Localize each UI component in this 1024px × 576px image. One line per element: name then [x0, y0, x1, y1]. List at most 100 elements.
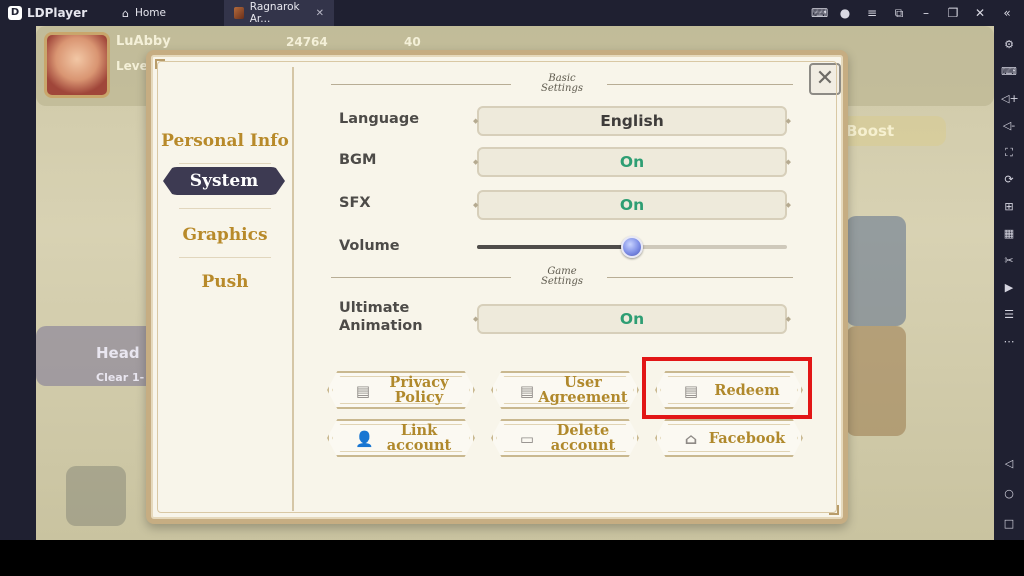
- document-icon: ▤: [355, 382, 371, 400]
- more-icon[interactable]: ⋯: [1001, 334, 1017, 350]
- nav-personal-info[interactable]: Personal Info: [157, 131, 293, 151]
- settings-icon[interactable]: ⚙: [1001, 37, 1017, 53]
- apk-icon[interactable]: ▦: [1001, 226, 1017, 242]
- link-account-button[interactable]: 👤 Link account: [327, 419, 475, 457]
- privacy-policy-label-line2: Policy: [394, 389, 444, 406]
- user-agreement-label-line2: Agreement: [538, 389, 628, 406]
- sfx-toggle[interactable]: On: [473, 190, 791, 220]
- user-agreement-label: User Agreement: [537, 373, 629, 407]
- redeem-label: Redeem: [714, 381, 780, 399]
- side-card-2: [846, 326, 906, 436]
- corner-ornament: [829, 505, 839, 515]
- rotate-icon[interactable]: ⟳: [1001, 172, 1017, 188]
- back-icon[interactable]: ◁: [1001, 456, 1017, 472]
- section-title-basic: Basic Settings: [521, 74, 603, 94]
- side-card: [846, 216, 906, 326]
- collapse-icon[interactable]: «: [1000, 6, 1014, 20]
- header-rule: [607, 84, 793, 85]
- section-title-game: Game Settings: [521, 267, 603, 287]
- bottom-letterbox: [0, 540, 1024, 576]
- nav-divider: [179, 208, 271, 209]
- popout-icon[interactable]: ⧉: [892, 6, 906, 21]
- clear-label: Clear 1-: [96, 371, 145, 384]
- bag-button: [66, 466, 126, 526]
- tab-home[interactable]: ⌂ Home: [112, 0, 224, 26]
- link-account-label-line2: account: [386, 437, 452, 454]
- account-icon[interactable]: ●: [838, 6, 852, 20]
- person-icon: 👤: [355, 430, 374, 448]
- ldplayer-logo: D LDPlayer: [0, 6, 112, 20]
- game-icon: [234, 7, 244, 19]
- nav-graphics[interactable]: Graphics: [157, 225, 293, 245]
- header-rule: [331, 84, 511, 85]
- add-icon[interactable]: ⊞: [1001, 199, 1017, 215]
- privacy-policy-label-line1: Privacy: [389, 374, 449, 391]
- volume-label: Volume: [339, 238, 400, 254]
- home-icon: ⌂: [122, 6, 129, 20]
- document-icon: ▤: [683, 382, 699, 400]
- home-icon: ⌂: [684, 430, 698, 448]
- delete-account-label-line2: account: [550, 437, 616, 454]
- currency-gems: 40: [404, 35, 421, 49]
- settings-dialog: Personal Info System Graphics Push Basic…: [146, 50, 848, 524]
- emulator-title-bar: D LDPlayer ⌂ Home Ragnarok Ar... ✕ ⌨ ● ≡…: [0, 0, 1024, 26]
- header-rule: [607, 277, 793, 278]
- facebook-button[interactable]: ⌂ Facebook: [655, 419, 803, 457]
- user-agreement-button[interactable]: ▤ User Agreement: [491, 371, 639, 409]
- app-name: LDPlayer: [27, 6, 88, 20]
- privacy-policy-label: Privacy Policy: [373, 373, 465, 407]
- restore-icon[interactable]: ❐: [946, 6, 960, 20]
- tab-game-label: Ragnarok Ar...: [249, 1, 300, 25]
- menu-icon[interactable]: ≡: [865, 6, 879, 20]
- bgm-label: BGM: [339, 152, 377, 168]
- player-name: LuAbby: [116, 34, 171, 49]
- delete-account-label: Delete account: [537, 421, 629, 455]
- nav-content-divider: [292, 67, 294, 511]
- link-account-label-line1: Link: [400, 422, 438, 439]
- recent-apps-icon[interactable]: □: [1001, 516, 1017, 532]
- boost-label: Boost: [846, 122, 895, 140]
- bgm-toggle[interactable]: On: [473, 147, 791, 177]
- file-icon[interactable]: ☰: [1001, 307, 1017, 323]
- facebook-label: Facebook: [708, 429, 786, 447]
- ultimate-animation-label-line1: Ultimate: [339, 300, 410, 316]
- monitor-icon: ▭: [519, 430, 535, 448]
- ultimate-animation-label-line2: Animation: [339, 318, 423, 334]
- tab-close-icon[interactable]: ✕: [316, 8, 324, 19]
- emulator-window: D LDPlayer ⌂ Home Ragnarok Ar... ✕ ⌨ ● ≡…: [0, 0, 1024, 576]
- ultimate-animation-label: Ultimate Animation: [339, 299, 423, 335]
- delete-account-button[interactable]: ▭ Delete account: [491, 419, 639, 457]
- currency-zeny: 24764: [286, 35, 328, 49]
- volume-slider-knob[interactable]: [621, 236, 643, 258]
- left-letterbox: [0, 26, 36, 540]
- scissors-icon[interactable]: ✂: [1001, 253, 1017, 269]
- document-icon: ▤: [519, 382, 535, 400]
- emulator-sidebar: ⚙ ⌨ ◁+ ◁- ⛶ ⟳ ⊞ ▦ ✂ ▶ ☰ ⋯ ◁ ○ □: [994, 26, 1024, 540]
- home-circle-icon[interactable]: ○: [1001, 486, 1017, 502]
- dialog-close-button[interactable]: ✕: [809, 63, 841, 95]
- gamepad-icon[interactable]: ⌨: [811, 6, 828, 20]
- delete-account-label-line1: Delete: [556, 422, 610, 439]
- volume-slider[interactable]: [477, 236, 787, 258]
- close-icon[interactable]: ✕: [973, 6, 987, 20]
- keyboard-icon[interactable]: ⌨: [1001, 64, 1017, 80]
- fullscreen-icon[interactable]: ⛶: [1001, 145, 1017, 161]
- video-icon[interactable]: ▶: [1001, 280, 1017, 296]
- player-avatar[interactable]: [44, 32, 110, 98]
- section-header-basic: Basic Settings: [331, 74, 793, 96]
- nav-push[interactable]: Push: [157, 272, 293, 292]
- sfx-label: SFX: [339, 195, 371, 211]
- ultimate-animation-toggle[interactable]: On: [473, 304, 791, 334]
- link-account-label: Link account: [373, 421, 465, 455]
- language-selector[interactable]: English: [473, 106, 791, 136]
- section-header-game: Game Settings: [331, 267, 793, 289]
- privacy-policy-button[interactable]: ▤ Privacy Policy: [327, 371, 475, 409]
- nav-system[interactable]: System: [163, 167, 285, 195]
- volume-up-icon[interactable]: ◁+: [1001, 91, 1019, 107]
- redeem-button[interactable]: ▤ Redeem: [655, 371, 803, 409]
- tab-game[interactable]: Ragnarok Ar... ✕: [224, 0, 334, 26]
- volume-down-icon[interactable]: ◁-: [1001, 118, 1017, 134]
- android-nav: ◁ ○ □: [1001, 456, 1017, 532]
- window-controls: ⌨ ● ≡ ⧉ – ❐ ✕ «: [811, 6, 1024, 21]
- minimize-icon[interactable]: –: [919, 6, 933, 20]
